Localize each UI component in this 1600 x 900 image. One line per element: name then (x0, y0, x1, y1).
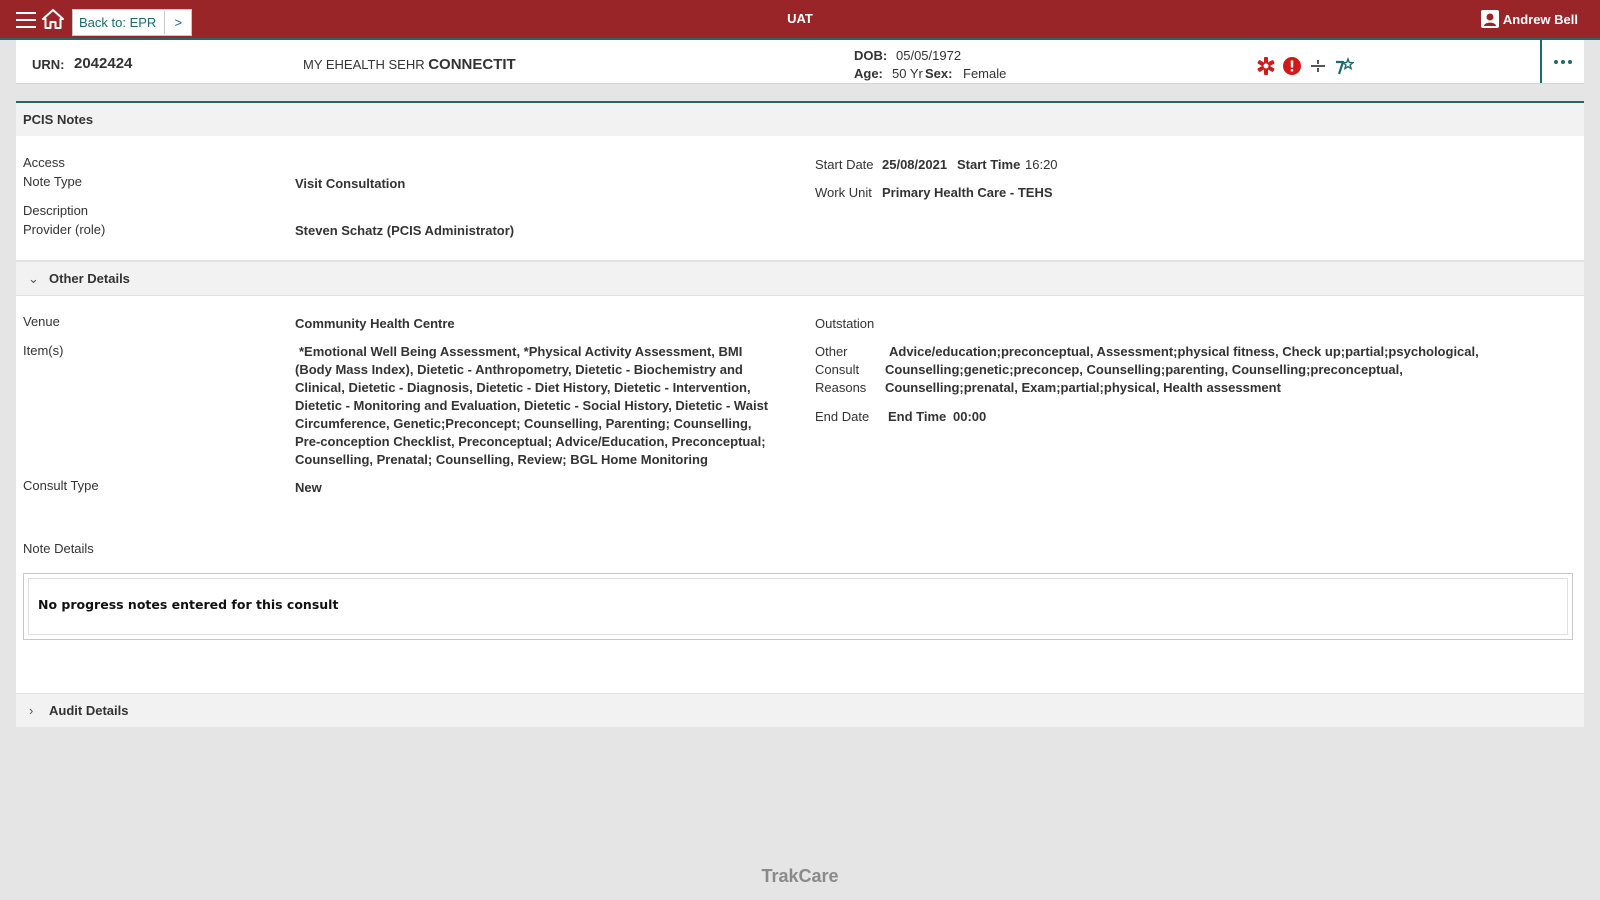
end-time-label: End Time (888, 409, 947, 424)
urn-label: URN: (32, 57, 65, 72)
chevron-right-icon[interactable]: › (29, 694, 33, 727)
patient-name: MY EHEALTH SEHR CONNECTIT (303, 56, 516, 73)
outstation-label: Outstation (815, 316, 875, 331)
note-details-label: Note Details (23, 541, 94, 556)
user-menu[interactable]: Andrew Bell (1480, 10, 1578, 28)
items-value: *Emotional Well Being Assessment, *Physi… (295, 344, 769, 467)
sex-value: Female (963, 66, 1007, 81)
note-details-content[interactable]: No progress notes entered for this consu… (28, 578, 1568, 635)
top-bar: Back to: EPR > UAT Andrew Bell (0, 0, 1600, 40)
patient-last-name: CONNECTIT (428, 56, 516, 73)
start-date-value: 25/08/2021 (882, 157, 948, 172)
age-label: Age: (854, 66, 883, 81)
provider-label: Provider (role) (23, 222, 106, 237)
other-details-title: Other Details (49, 271, 130, 286)
dob-value: 05/05/1972 (896, 48, 962, 63)
other-details-header[interactable]: ⌄ Other Details (16, 260, 1584, 296)
alert-icons (1256, 56, 1354, 76)
age-value: 50 Yr (892, 66, 923, 81)
patient-name-prefix: MY EHEALTH SEHR (303, 57, 429, 72)
access-label: Access (23, 155, 65, 170)
divider-icon[interactable] (1308, 56, 1328, 76)
note-details-box: No progress notes entered for this consu… (23, 573, 1573, 640)
venue-label: Venue (23, 314, 60, 329)
warning-icon[interactable] (1282, 56, 1302, 76)
user-icon (1480, 10, 1499, 28)
consult-type-value: New (295, 480, 322, 495)
start-time-label: Start Time (957, 157, 1021, 172)
user-name: Andrew Bell (1502, 11, 1578, 27)
consult-type-label: Consult Type (23, 478, 99, 493)
work-unit-label: Work Unit (815, 185, 872, 200)
note-type-label: Note Type (23, 174, 83, 189)
audit-details-title: Audit Details (49, 703, 129, 718)
note-type-value: Visit Consultation (295, 176, 406, 191)
medical-alert-icon[interactable] (1256, 56, 1276, 76)
work-unit-value: Primary Health Care - TEHS (882, 185, 1053, 200)
sex-label: Sex: (925, 66, 953, 81)
other-reasons-label: Other Consult Reasons (815, 344, 867, 395)
chevron-down-icon[interactable]: ⌄ (28, 262, 39, 295)
items-label: Item(s) (23, 343, 64, 358)
pcis-notes-title: PCIS Notes (23, 112, 94, 127)
description-label: Description (23, 203, 89, 218)
dob-label: DOB: (854, 48, 888, 63)
end-date-label: End Date (815, 409, 870, 424)
start-time-value: 16:20 (1025, 157, 1058, 172)
provider-value: Steven Schatz (PCIS Administrator) (295, 223, 515, 238)
audit-details-header[interactable]: › Audit Details (16, 693, 1584, 727)
pcis-notes-header: PCIS Notes (16, 103, 1584, 136)
urn-value: 2042424 (74, 55, 133, 72)
pcis-notes-panel: PCIS Notes Access Note Type Visit Consul… (16, 101, 1584, 727)
patient-banner: URN: 2042424 MY EHEALTH SEHR CONNECTIT D… (16, 40, 1584, 84)
venue-value: Community Health Centre (295, 316, 455, 331)
environment-label: UAT (787, 11, 813, 26)
note-details-text: No progress notes entered for this consu… (38, 597, 339, 612)
start-date-label: Start Date (815, 157, 874, 172)
end-time-value: 00:00 (953, 409, 987, 424)
other-reasons-value: Advice/education;preconceptual, Assessme… (885, 344, 1479, 395)
more-icon[interactable] (1540, 40, 1584, 83)
trakcare-logo: TrakCare (761, 866, 839, 886)
family-icon[interactable] (1334, 56, 1354, 76)
